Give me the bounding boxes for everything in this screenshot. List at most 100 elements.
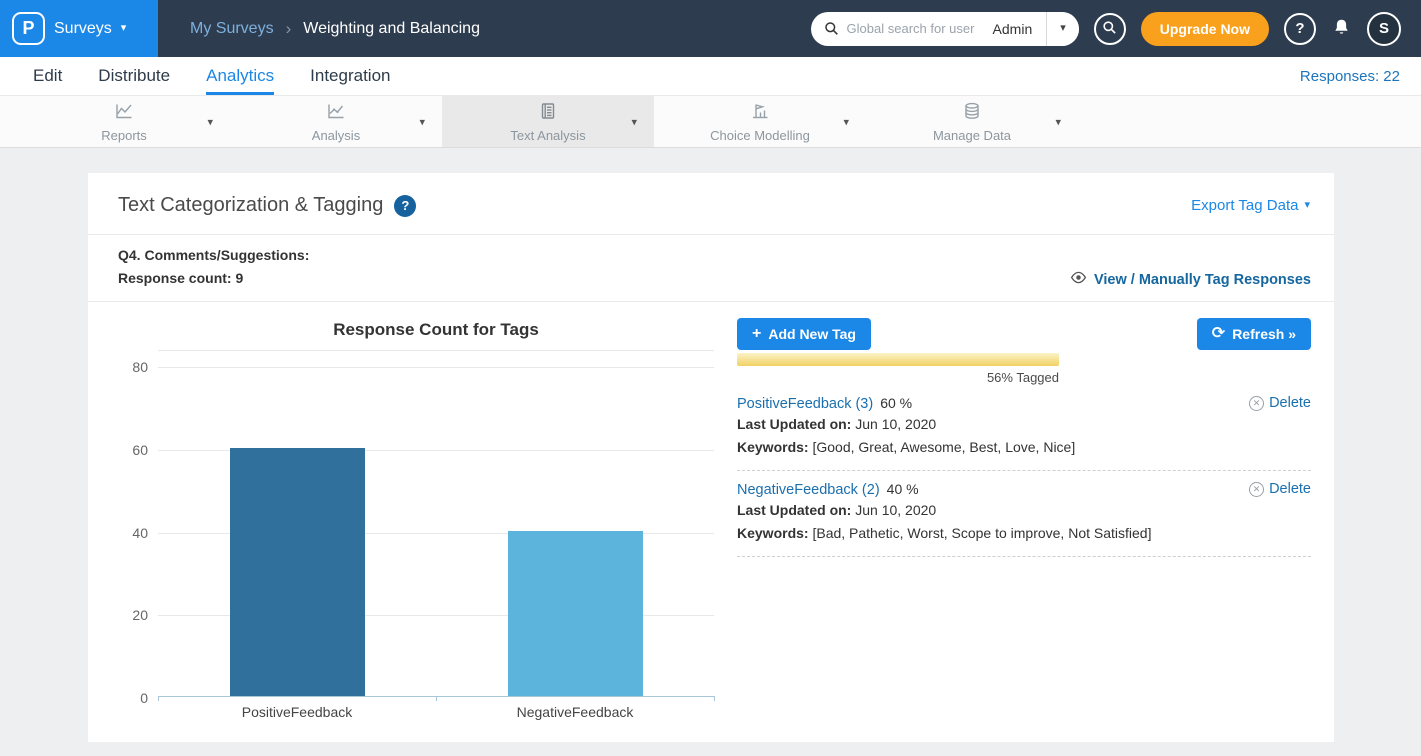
toolbar-item-label: Analysis xyxy=(312,128,360,143)
toolbar-item-content: Text Analysis xyxy=(510,101,585,143)
bar-slot xyxy=(436,351,714,696)
tag-updated-value: Jun 10, 2020 xyxy=(855,416,936,432)
search-scope-selector[interactable]: Admin xyxy=(989,12,1047,46)
delete-label: Delete xyxy=(1269,481,1311,497)
tag-title-line: PositiveFeedback (3) 60 % xyxy=(737,395,1221,412)
refresh-icon: ⟳ xyxy=(1212,326,1225,342)
tag-updated: Last Updated on: Jun 10, 2020 xyxy=(737,414,1221,435)
tag-percent: 40 % xyxy=(887,481,919,497)
breadcrumb-my-surveys[interactable]: My Surveys xyxy=(190,20,274,38)
tag-name-link[interactable]: PositiveFeedback (3) xyxy=(737,396,873,412)
tab-edit[interactable]: Edit xyxy=(33,57,62,95)
tags-panel: + Add New Tag ⟳ Refresh » 56% Tagged xyxy=(737,312,1311,720)
search-icon xyxy=(1102,20,1117,38)
view-manually-tag-link[interactable]: View / Manually Tag Responses xyxy=(1070,269,1311,290)
toolbar-item-analysis[interactable]: Analysis ▾ xyxy=(230,96,442,147)
chevron-down-icon[interactable]: ▾ xyxy=(631,115,637,128)
analysis-icon xyxy=(326,101,346,126)
reports-icon xyxy=(114,101,134,126)
y-tick-label: 20 xyxy=(116,606,148,624)
x-axis-tick xyxy=(158,696,159,701)
chevron-down-icon[interactable]: ▾ xyxy=(207,115,213,128)
search-button[interactable] xyxy=(1094,13,1126,45)
tagged-progress-bar xyxy=(737,353,1059,366)
choice-modelling-icon xyxy=(750,101,770,126)
delete-icon: ✕ xyxy=(1249,482,1264,497)
bar-NegativeFeedback xyxy=(508,531,643,697)
search-scope-caret-button[interactable]: ▾ xyxy=(1046,12,1079,46)
app-logo[interactable]: P xyxy=(12,12,45,45)
tagged-progress: 56% Tagged xyxy=(737,353,1059,385)
tags-actions: + Add New Tag ⟳ Refresh » xyxy=(737,318,1311,350)
delete-tag-button[interactable]: ✕ Delete xyxy=(1249,395,1311,411)
refresh-button[interactable]: ⟳ Refresh » xyxy=(1197,318,1311,350)
help-icon[interactable]: ? xyxy=(394,195,416,217)
eye-icon xyxy=(1070,269,1087,290)
tab-integration[interactable]: Integration xyxy=(310,57,390,95)
product-label: Surveys xyxy=(54,20,112,38)
delete-label: Delete xyxy=(1269,395,1311,411)
toolbar-item-content: Manage Data xyxy=(933,101,1011,143)
toolbar-item-reports[interactable]: Reports ▾ xyxy=(18,96,230,147)
y-tick-label: 60 xyxy=(116,441,148,459)
responses-count: Responses: 22 xyxy=(1300,68,1400,85)
tag-updated-label: Last Updated on: xyxy=(737,416,851,432)
tag-updated: Last Updated on: Jun 10, 2020 xyxy=(737,500,1221,521)
refresh-label: Refresh » xyxy=(1232,326,1296,342)
chart-plot: 020406080 xyxy=(158,350,714,697)
x-axis-tick xyxy=(714,696,715,701)
text-categorization-panel: Text Categorization & Tagging ? Export T… xyxy=(88,173,1334,742)
export-tag-data-link[interactable]: Export Tag Data ▾ xyxy=(1191,197,1310,214)
toolbar-item-content: Reports xyxy=(101,101,147,143)
toolbar-item-manage-data[interactable]: Manage Data ▾ xyxy=(866,96,1078,147)
plus-icon: + xyxy=(752,326,761,342)
global-search-input[interactable] xyxy=(847,21,989,36)
toolbar-item-choice-modelling[interactable]: Choice Modelling ▾ xyxy=(654,96,866,147)
page: P Surveys ▾ My Surveys › Weighting and B… xyxy=(0,0,1421,756)
top-bar-actions: Admin ▾ Upgrade Now ? S xyxy=(811,12,1421,46)
tag-title-line: NegativeFeedback (2) 40 % xyxy=(737,481,1221,498)
global-search: Admin ▾ xyxy=(811,12,1079,46)
upgrade-now-button[interactable]: Upgrade Now xyxy=(1141,12,1269,46)
breadcrumb: My Surveys › Weighting and Balancing xyxy=(190,19,480,39)
bar-slot xyxy=(158,351,436,696)
app-switcher[interactable]: P Surveys ▾ xyxy=(0,0,158,57)
question-mark-glyph: ? xyxy=(401,198,409,213)
delete-tag-button[interactable]: ✕ Delete xyxy=(1249,481,1311,497)
chart-category-label: NegativeFeedback xyxy=(436,697,714,720)
text-analysis-icon xyxy=(538,101,558,126)
toolbar-item-label: Choice Modelling xyxy=(710,128,810,143)
panel-header: Text Categorization & Tagging ? Export T… xyxy=(88,173,1334,234)
y-tick-label: 0 xyxy=(116,689,148,707)
tag-keywords-value: [Bad, Pathetic, Worst, Scope to improve,… xyxy=(812,525,1151,541)
tag-updated-label: Last Updated on: xyxy=(737,502,851,518)
chevron-down-icon[interactable]: ▾ xyxy=(121,23,127,34)
chevron-down-icon[interactable]: ▾ xyxy=(843,115,849,128)
notifications-button[interactable] xyxy=(1331,17,1352,41)
tag-updated-value: Jun 10, 2020 xyxy=(855,502,936,518)
add-new-tag-button[interactable]: + Add New Tag xyxy=(737,318,871,350)
chart-bars xyxy=(158,351,714,696)
avatar[interactable]: S xyxy=(1367,12,1401,46)
chart-category-label: PositiveFeedback xyxy=(158,697,436,720)
manage-data-icon xyxy=(962,101,982,126)
tagged-percent-label: 56% Tagged xyxy=(737,370,1059,385)
chart-title: Response Count for Tags xyxy=(158,320,714,340)
help-button[interactable]: ? xyxy=(1284,13,1316,45)
toolbar-item-text-analysis[interactable]: Text Analysis ▾ xyxy=(442,96,654,147)
tab-distribute[interactable]: Distribute xyxy=(98,57,170,95)
tag-name-link[interactable]: NegativeFeedback (2) xyxy=(737,482,880,498)
chevron-down-icon[interactable]: ▾ xyxy=(419,115,425,128)
tab-analytics[interactable]: Analytics xyxy=(206,57,274,95)
x-axis-tick xyxy=(436,696,437,701)
panel-body: Response Count for Tags 020406080 Positi… xyxy=(88,302,1334,720)
toolbar-item-label: Manage Data xyxy=(933,128,1011,143)
chevron-down-icon[interactable]: ▾ xyxy=(1055,115,1061,128)
bar-PositiveFeedback xyxy=(230,448,365,696)
y-tick-label: 80 xyxy=(116,358,148,376)
toolbar-item-label: Reports xyxy=(101,128,147,143)
search-icon xyxy=(824,21,839,36)
tag-keywords-label: Keywords: xyxy=(737,525,809,541)
breadcrumb-current: Weighting and Balancing xyxy=(303,20,480,38)
question-mark-icon: ? xyxy=(1295,20,1304,37)
